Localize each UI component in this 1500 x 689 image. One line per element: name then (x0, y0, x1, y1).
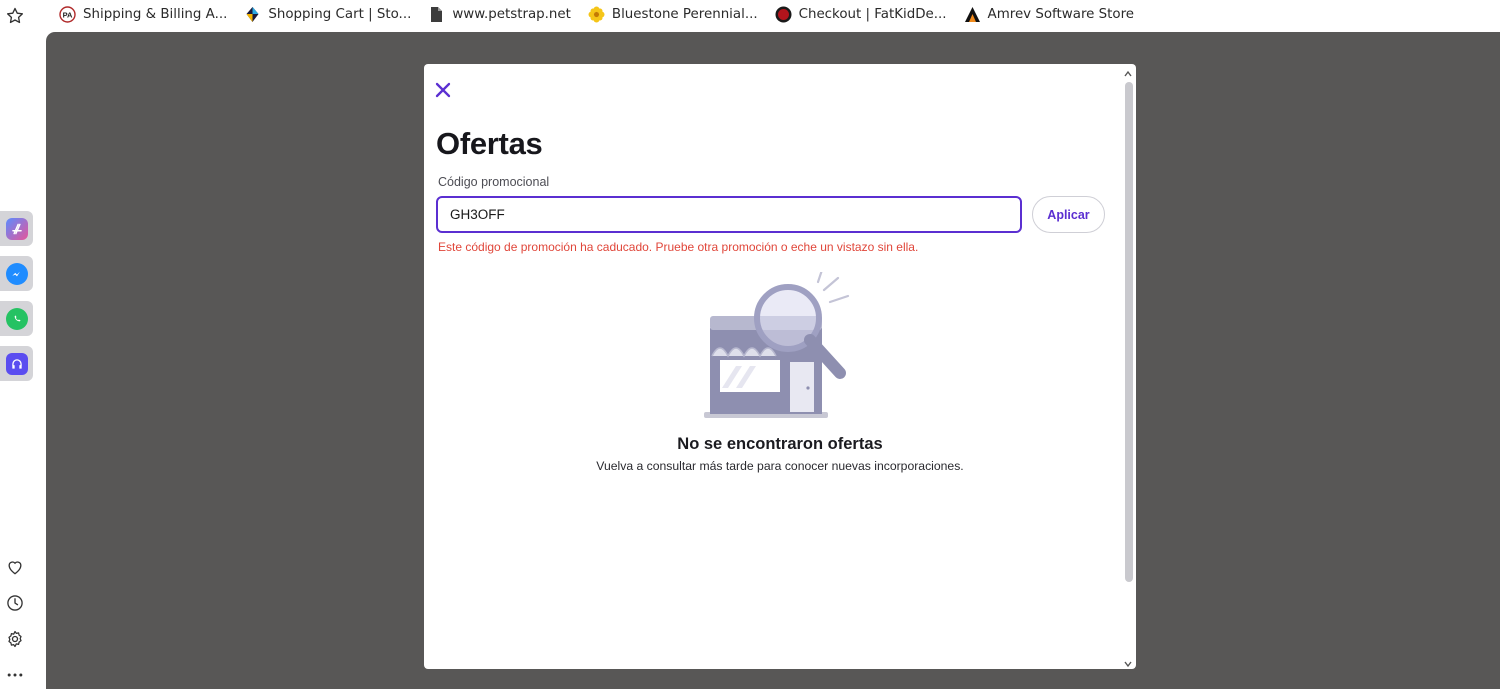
star-outline-icon[interactable] (2, 3, 28, 29)
close-icon (433, 82, 453, 104)
store-search-illustration (702, 268, 852, 420)
whatsapp-shortcut[interactable] (0, 301, 33, 336)
bookmark-label: Amrev Software Store (987, 6, 1135, 22)
flower-icon (588, 6, 605, 23)
bookmarks-bar: PA Shipping & Billing A... Shopping Cart… (45, 0, 1500, 28)
bookmark-label: Bluestone Perennial... (611, 6, 758, 22)
diamond-logo-icon (244, 6, 261, 23)
bookmark-label: Shopping Cart | Sto... (268, 6, 412, 22)
app-store-icon (5, 217, 28, 240)
more-icon[interactable] (2, 662, 28, 688)
scrollbar-thumb[interactable] (1125, 82, 1133, 582)
empty-state-subtitle: Vuelva a consultar más tarde para conoce… (596, 459, 964, 473)
promo-code-label: Código promocional (438, 175, 550, 189)
circle-logo-icon (775, 6, 792, 23)
clock-icon[interactable] (2, 590, 28, 616)
browser-sidebar (0, 0, 45, 689)
heart-icon[interactable] (2, 554, 28, 580)
headphones-app-icon (5, 352, 28, 375)
whatsapp-icon (5, 307, 28, 330)
bookmark-label: Checkout | FatKidDe... (798, 6, 947, 22)
page-icon (428, 6, 445, 23)
bookmark-label: Shipping & Billing A... (83, 6, 228, 22)
bookmark-bluestone[interactable]: Bluestone Perennial... (588, 6, 758, 23)
close-button[interactable] (433, 80, 453, 100)
empty-state-title: No se encontraron ofertas (677, 435, 883, 453)
bookmark-petstrap[interactable]: www.petstrap.net (428, 6, 571, 23)
pa-logo-icon: PA (59, 5, 76, 23)
page-title: Ofertas (436, 126, 543, 161)
messenger-icon (5, 262, 28, 285)
bookmark-shipping-billing[interactable]: PA Shipping & Billing A... (59, 5, 228, 23)
bookmark-fatkid[interactable]: Checkout | FatKidDe... (775, 6, 947, 23)
headphones-app-shortcut[interactable] (0, 346, 33, 381)
error-message: Este código de promoción ha caducado. Pr… (438, 240, 919, 254)
messenger-shortcut[interactable] (0, 256, 33, 291)
svg-text:PA: PA (63, 10, 73, 19)
bookmark-shopping-cart[interactable]: Shopping Cart | Sto... (244, 6, 411, 23)
app-store-shortcut[interactable] (0, 211, 33, 246)
bookmark-label: www.petstrap.net (452, 6, 571, 22)
apply-button[interactable]: Aplicar (1032, 196, 1105, 233)
offers-modal: Ofertas Código promocional Aplicar Este … (424, 64, 1136, 669)
scroll-down-icon[interactable] (1123, 656, 1133, 668)
bookmark-amrev[interactable]: Amrev Software Store (964, 6, 1135, 23)
scroll-up-icon[interactable] (1123, 66, 1133, 77)
promo-code-input[interactable] (436, 196, 1022, 233)
triangle-logo-icon (964, 6, 981, 23)
gear-icon[interactable] (2, 626, 28, 652)
